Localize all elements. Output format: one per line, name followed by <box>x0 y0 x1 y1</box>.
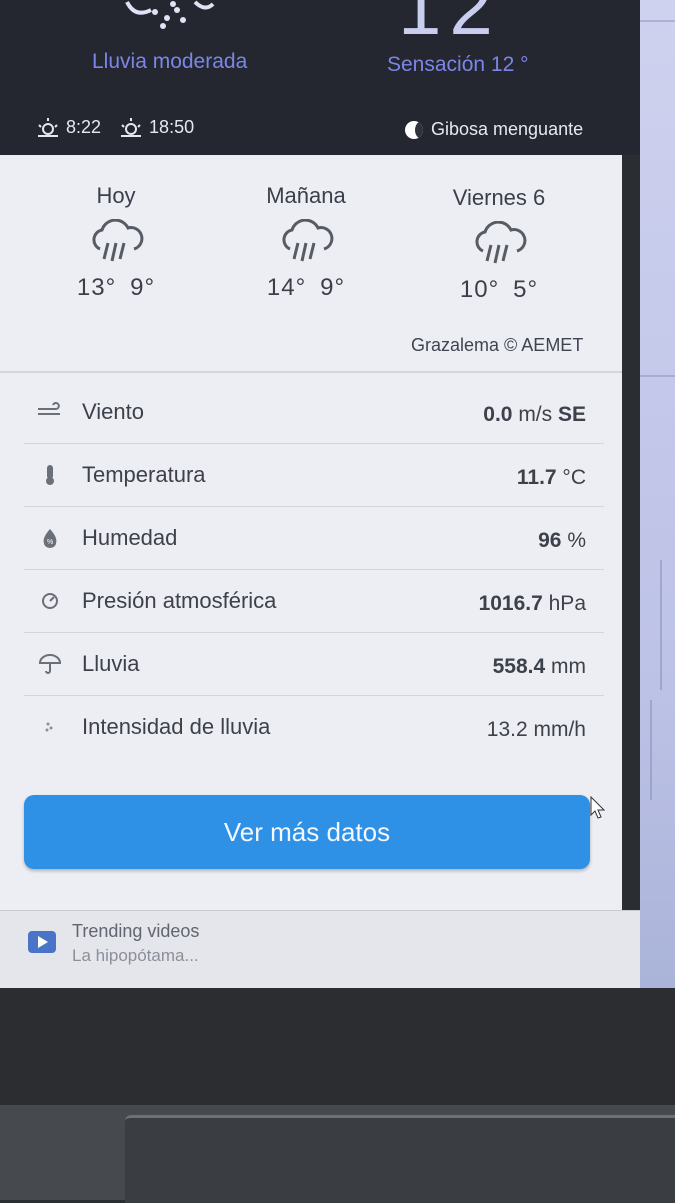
metric-label: Temperatura <box>82 462 206 487</box>
forecast-max: 10° <box>459 276 500 303</box>
metric-value: 11.7 °C <box>516 466 586 489</box>
forecast-day: Mañana 14° 9° <box>258 183 354 302</box>
moon-phase: Gibosa menguante <box>405 119 583 140</box>
forecast-min: 9° <box>320 274 346 301</box>
forecast-min: 9° <box>130 274 156 301</box>
forecast-strip: Hoy 13° 9° Mañana 14° 9° Viernes 6 10° 5… <box>0 155 622 370</box>
forecast-day-name: Viernes 6 <box>452 185 546 210</box>
metric-row-rain-intensity: Intensidad de lluvia 13.2 mm/h <box>24 696 604 758</box>
video-icon <box>28 931 56 953</box>
rain-intensity-icon <box>45 722 53 732</box>
trending-title: Trending videos <box>72 921 200 941</box>
metric-value: 13.2 mm/h <box>486 718 586 741</box>
metric-label: Presión atmosférica <box>82 588 277 613</box>
metric-label: Lluvia <box>82 651 140 676</box>
forecast-min: 5° <box>513 276 539 303</box>
mouse-cursor-icon <box>590 796 606 819</box>
weather-card: Hoy 13° 9° Mañana 14° 9° Viernes 6 10° 5… <box>0 155 622 915</box>
metric-row-humidity: % Humedad 96 % <box>24 507 604 570</box>
rain-cloud-icon <box>92 218 144 262</box>
laptop-hinge <box>125 1115 675 1203</box>
forecast-max: 14° <box>266 274 307 301</box>
wind-icon <box>38 402 60 415</box>
metric-row-rain: Lluvia 558.4 mm <box>24 633 604 696</box>
metric-value: 558.4 mm <box>492 655 586 678</box>
forecast-day-name: Hoy <box>96 183 136 208</box>
rain-cloud-icon <box>282 218 334 262</box>
more-data-button[interactable]: Ver más datos <box>24 795 590 869</box>
feels-like-text: Sensación 12 ° <box>387 53 529 76</box>
metric-label: Viento <box>82 399 144 424</box>
metric-row-wind: Viento 0.0 m/s SE <box>24 381 604 444</box>
svg-text:%: % <box>47 539 53 546</box>
forecast-day-name: Mañana <box>266 183 346 208</box>
rain-cloud-icon <box>475 220 527 264</box>
sun-times: 8:22 18:50 <box>36 116 194 138</box>
sunrise-time: 8:22 <box>66 116 102 137</box>
trending-subtitle: La hipopótama... <box>72 946 199 965</box>
umbrella-icon <box>38 654 62 674</box>
pressure-gauge-icon <box>42 593 58 609</box>
current-temperature: 12 <box>398 0 501 51</box>
metrics-list: Viento 0.0 m/s SE Temperatura 11.7 °C % … <box>24 381 604 758</box>
divider <box>0 371 622 373</box>
metric-value: 1016.7 hPa <box>478 592 586 615</box>
metric-value: 96 % <box>538 529 586 552</box>
sunset-icon <box>121 118 142 137</box>
thermometer-icon <box>46 465 54 485</box>
moon-icon <box>405 120 423 139</box>
sunset-time: 18:50 <box>149 116 195 137</box>
metric-row-pressure: Presión atmosférica 1016.7 hPa <box>24 570 604 633</box>
humidity-icon: % <box>43 529 57 548</box>
rain-icon <box>125 0 215 29</box>
metric-label: Intensidad de lluvia <box>82 714 271 739</box>
metric-value: 0.0 m/s SE <box>483 403 586 426</box>
data-source-link[interactable]: Grazalema © AEMET <box>411 335 583 356</box>
metric-row-temperature: Temperatura 11.7 °C <box>24 444 604 507</box>
condition-text: Lluvia moderada <box>92 50 248 73</box>
sunrise-icon <box>38 118 58 137</box>
forecast-day: Hoy 13° 9° <box>70 183 162 302</box>
moon-phase-label: Gibosa menguante <box>431 119 584 139</box>
forecast-max: 13° <box>76 274 117 301</box>
monitor-background <box>640 0 675 990</box>
metric-label: Humedad <box>82 525 178 550</box>
laptop-bezel <box>0 988 675 1108</box>
trending-videos-bar[interactable]: Trending videos La hipopótama... <box>0 910 640 989</box>
current-weather-header: 12 Lluvia moderada Sensación 12 ° 8:22 1… <box>0 0 640 155</box>
forecast-day: Viernes 6 10° 5° <box>445 185 553 304</box>
